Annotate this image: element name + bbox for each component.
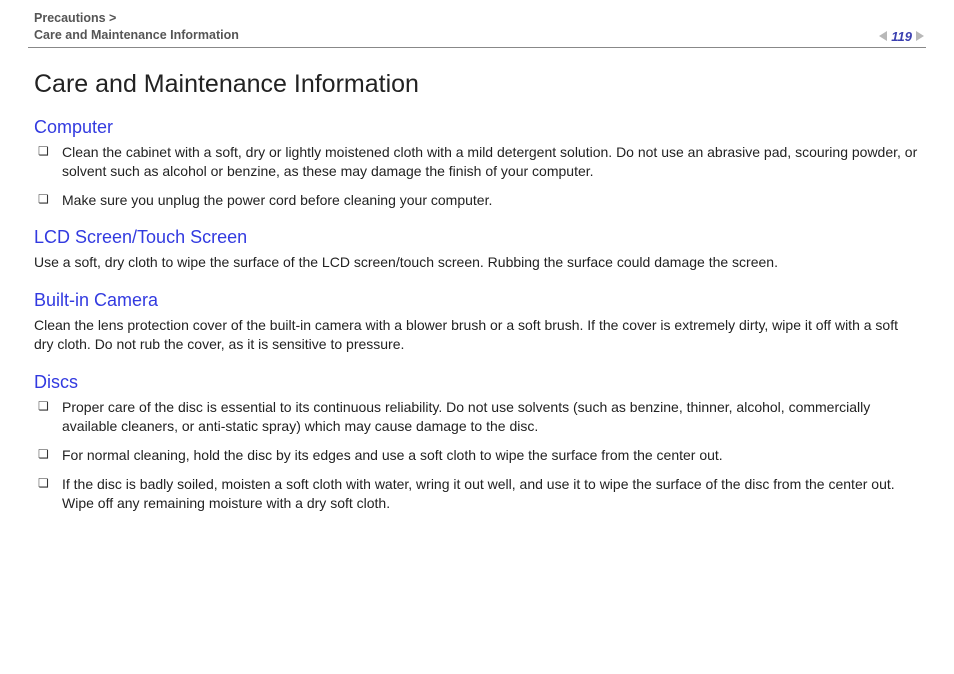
page-number-block: 119 bbox=[879, 29, 924, 44]
list-item: If the disc is badly soiled, moisten a s… bbox=[34, 475, 920, 513]
section-heading-camera: Built-in Camera bbox=[34, 290, 920, 311]
list-item: Make sure you unplug the power cord befo… bbox=[34, 191, 920, 210]
breadcrumb-current: Care and Maintenance Information bbox=[34, 27, 239, 44]
lcd-text: Use a soft, dry cloth to wipe the surfac… bbox=[34, 253, 920, 272]
breadcrumb: Precautions > Care and Maintenance Infor… bbox=[34, 10, 239, 44]
list-item: Clean the cabinet with a soft, dry or li… bbox=[34, 143, 920, 181]
section-heading-computer: Computer bbox=[34, 117, 920, 138]
list-item: For normal cleaning, hold the disc by it… bbox=[34, 446, 920, 465]
breadcrumb-parent: Precautions > bbox=[34, 10, 239, 27]
computer-list: Clean the cabinet with a soft, dry or li… bbox=[34, 143, 920, 210]
prev-page-icon[interactable] bbox=[879, 31, 887, 41]
page-content: Care and Maintenance Information Compute… bbox=[34, 70, 920, 513]
page-title: Care and Maintenance Information bbox=[34, 70, 920, 99]
page-header: Precautions > Care and Maintenance Infor… bbox=[28, 10, 926, 48]
section-heading-discs: Discs bbox=[34, 372, 920, 393]
list-item: Proper care of the disc is essential to … bbox=[34, 398, 920, 436]
camera-text: Clean the lens protection cover of the b… bbox=[34, 316, 920, 354]
page-number: 119 bbox=[891, 29, 912, 44]
discs-list: Proper care of the disc is essential to … bbox=[34, 398, 920, 512]
section-heading-lcd: LCD Screen/Touch Screen bbox=[34, 227, 920, 248]
next-page-icon[interactable] bbox=[916, 31, 924, 41]
